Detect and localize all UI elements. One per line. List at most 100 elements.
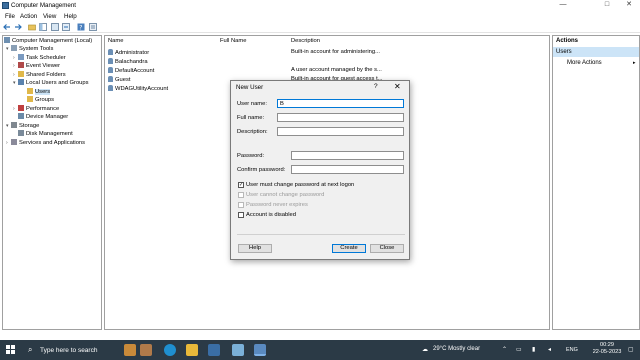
tree-item-performance[interactable]: › Performance [13, 105, 59, 113]
help-button[interactable]: Help [238, 244, 272, 253]
tree-item-disk-management[interactable]: Disk Management [18, 130, 73, 138]
forward-arrow-icon[interactable] [14, 23, 22, 31]
password-field[interactable] [291, 151, 404, 160]
list-item[interactable]: WDAGUtilityAccount [108, 85, 168, 92]
account-disabled-label: Account is disabled [246, 212, 296, 218]
refresh-icon[interactable] [51, 23, 59, 31]
tree-item-local-users-and-groups[interactable]: ▾ Local Users and Groups [13, 79, 89, 87]
password-never-expires-checkbox[interactable] [238, 202, 244, 208]
tree-item-computer-management[interactable]: Computer Management (Local) [4, 37, 92, 45]
file-explorer-icon[interactable] [186, 344, 198, 356]
computer-management-window: Computer Management — □ ✕ File Action Vi… [0, 0, 640, 340]
menu-file[interactable]: File [5, 13, 15, 20]
user-name-field[interactable] [277, 99, 404, 108]
taskbar-app-thumbnail-1[interactable] [124, 344, 136, 356]
actions-pane: Actions Users More Actions ▸ [552, 35, 640, 330]
show-hide-tree-icon[interactable] [39, 23, 47, 31]
close-icon[interactable]: ✕ [618, 0, 640, 11]
menu-help[interactable]: Help [64, 13, 77, 20]
column-header-description[interactable]: Description [291, 38, 320, 44]
properties-icon[interactable] [89, 23, 97, 31]
notification-icon[interactable]: ▢ [628, 346, 634, 353]
minimize-icon[interactable]: — [552, 0, 574, 11]
clock[interactable]: 00:29 22-05-2023 [590, 342, 624, 356]
description-field[interactable] [277, 127, 404, 136]
folder-icon [27, 96, 33, 102]
clock-time: 00:29 [600, 342, 614, 348]
list-item[interactable]: Guest [108, 76, 130, 83]
confirm-password-field[interactable] [291, 165, 404, 174]
language-indicator[interactable]: ENG [566, 347, 578, 353]
weather-text[interactable]: 29°C Mostly clear [433, 346, 480, 352]
computer-icon [4, 37, 10, 43]
dialog-title: New User [236, 84, 264, 91]
clock-icon [18, 54, 24, 60]
confirm-password-label: Confirm password: [237, 167, 286, 173]
more-actions-link[interactable]: More Actions [567, 60, 602, 66]
svg-text:?: ? [79, 24, 82, 31]
up-folder-icon[interactable] [28, 23, 36, 31]
services-icon [11, 139, 17, 145]
users-group-icon [18, 79, 24, 85]
tree-item-task-scheduler[interactable]: › Task Scheduler [13, 54, 66, 62]
tree-item-services-and-applications[interactable]: › Services and Applications [6, 139, 85, 147]
mail-icon[interactable] [208, 344, 220, 356]
password-label: Password: [237, 153, 265, 159]
tree-item-system-tools[interactable]: ▾ System Tools [6, 45, 53, 53]
menu-view[interactable]: View [43, 13, 56, 20]
weather-icon[interactable]: ☁ [422, 346, 428, 353]
must-change-password-checkbox[interactable]: ✓ [238, 182, 244, 188]
export-list-icon[interactable] [62, 23, 70, 31]
search-icon: ⌕ [28, 345, 33, 354]
window-title: Computer Management [11, 2, 77, 9]
description-label: Description: [237, 129, 268, 135]
create-button[interactable]: Create [332, 244, 366, 253]
tree-item-shared-folders[interactable]: › Shared Folders [13, 71, 66, 79]
computer-management-icon [2, 2, 9, 9]
clock-date: 22-05-2023 [592, 349, 622, 355]
tree-item-groups[interactable]: Groups [27, 96, 54, 104]
dialog-close-icon[interactable]: ✕ [394, 82, 401, 91]
full-name-field[interactable] [277, 113, 404, 122]
column-header-full-name[interactable]: Full Name [220, 38, 246, 44]
search-placeholder: Type here to search [40, 347, 98, 354]
maximize-icon[interactable]: □ [596, 0, 618, 11]
list-item-description: A user account managed by the s... [291, 67, 382, 73]
tree-item-users[interactable]: Users [27, 88, 51, 96]
list-item[interactable]: Balachandra [108, 58, 148, 65]
edge-browser-icon[interactable] [164, 344, 176, 356]
close-button[interactable]: Close [370, 244, 404, 253]
cannot-change-password-checkbox[interactable] [238, 192, 244, 198]
user-icon [108, 67, 113, 73]
column-header-name[interactable]: Name [108, 38, 123, 44]
taskbar-search[interactable]: ⌕ Type here to search [24, 342, 124, 358]
list-item[interactable]: DefaultAccount [108, 67, 154, 74]
shared-folder-icon [18, 71, 24, 77]
actions-header: Actions [556, 38, 579, 44]
windows-start-icon[interactable] [6, 345, 16, 355]
account-disabled-checkbox[interactable] [238, 212, 244, 218]
back-arrow-icon[interactable] [3, 23, 11, 31]
network-icon[interactable]: ▭ [516, 346, 522, 353]
taskbar: ⌕ Type here to search ☁ 29°C Mostly clea… [0, 340, 640, 360]
tree-item-event-viewer[interactable]: › Event Viewer [13, 62, 60, 70]
volume-icon[interactable]: ◂ [548, 346, 551, 353]
chevron-up-icon[interactable]: ⌃ [502, 346, 507, 353]
help-book-icon[interactable]: ? [77, 23, 85, 31]
computer-management-taskbar-icon[interactable] [254, 344, 266, 356]
storage-icon [11, 122, 17, 128]
taskbar-app-icon[interactable] [232, 344, 244, 356]
menu-action[interactable]: Action [20, 13, 37, 20]
help-icon[interactable]: ? [374, 83, 378, 90]
password-never-expires-label: Password never expires [246, 202, 308, 208]
actions-section-users[interactable]: Users [553, 47, 639, 57]
user-name-label: User name: [237, 101, 267, 107]
list-item[interactable]: Administrator [108, 49, 149, 56]
user-icon [108, 49, 113, 55]
user-icon [108, 85, 113, 91]
battery-icon[interactable]: ▮ [532, 346, 535, 353]
tree-item-storage[interactable]: ▾ Storage [6, 122, 39, 130]
chevron-right-icon[interactable]: ▸ [633, 60, 636, 66]
tree-item-device-manager[interactable]: Device Manager [18, 113, 68, 121]
taskbar-app-thumbnail-2[interactable] [140, 344, 152, 356]
